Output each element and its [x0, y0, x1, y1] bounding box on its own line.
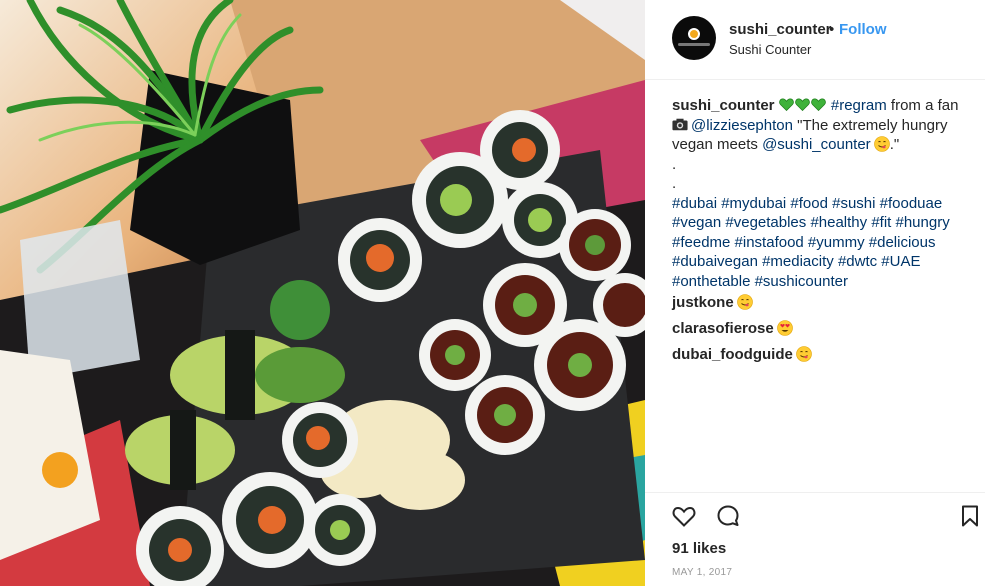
caption-username-link[interactable]: sushi_counter [672, 97, 775, 114]
hashtag-line[interactable]: #feedme #instafood #yummy #delicious [672, 233, 972, 253]
green-heart-icon [778, 98, 794, 111]
avatar-logo-icon [688, 28, 700, 40]
post-side-panel: sushi_counter • Follow Sushi Counter sus… [645, 0, 1000, 586]
comment-item: dubai_foodguide [672, 346, 812, 363]
mention-fan-link[interactable]: @lizziesephton [691, 117, 793, 134]
location-link[interactable]: Sushi Counter [729, 42, 811, 57]
hashtag-line[interactable]: #onthetable #sushicounter [672, 272, 972, 292]
follow-button[interactable]: Follow [839, 21, 887, 38]
caption-line3-text: vegan meets [672, 136, 763, 153]
post-date[interactable]: MAY 1, 2017 [672, 567, 732, 578]
caption-from-text: from a fan [886, 97, 959, 114]
caption-line-1: sushi_counter #regram from a fan [672, 96, 972, 116]
post-header: sushi_counter • Follow Sushi Counter [645, 0, 985, 80]
mention-brand-link[interactable]: @sushi_counter [762, 136, 871, 153]
comment-username-link[interactable]: clarasofierose [672, 320, 774, 337]
avatar-logo-text-mark [678, 43, 710, 46]
bookmark-icon[interactable] [957, 503, 983, 529]
post-caption: sushi_counter #regram from a fan @lizzie… [672, 96, 972, 291]
hashtag-regram-link[interactable]: #regram [831, 97, 887, 114]
comment-username-link[interactable]: justkone [672, 294, 734, 311]
caption-dot-2: . [672, 175, 677, 192]
likes-count[interactable]: 91 likes [672, 540, 726, 557]
comment-username-link[interactable]: dubai_foodguide [672, 346, 793, 363]
post-actions: 91 likes MAY 1, 2017 [645, 492, 985, 586]
caption-quote-end: ." [889, 136, 900, 153]
face-savoring-food-icon [873, 136, 890, 152]
hashtag-line[interactable]: #dubaivegan #mediacity #dwtc #UAE [672, 252, 972, 272]
owner-username-link[interactable]: sushi_counter [729, 21, 832, 38]
face-savoring-food-icon [736, 294, 753, 310]
caption-dot-1: . [672, 155, 677, 173]
caption-line-3: vegan meets @sushi_counter ." [672, 135, 972, 155]
comment-bubble-icon[interactable] [715, 503, 741, 529]
comment-item: justkone [672, 294, 753, 311]
header-separator: • [829, 21, 835, 38]
hashtag-line[interactable]: #dubai #mydubai #food #sushi #fooduae [672, 194, 972, 214]
heart-eyes-icon [776, 320, 793, 336]
caption-quote-start: "The extremely hungry [792, 116, 948, 134]
hashtag-line[interactable]: #vegan #vegetables #healthy #fit #hungry [672, 213, 972, 233]
face-savoring-food-icon [796, 346, 812, 362]
sushi-photo-illustration [0, 0, 645, 586]
green-heart-icon [794, 98, 810, 111]
camera-icon [672, 118, 688, 130]
comment-item: clarasofierose [672, 320, 793, 337]
caption-line-2: @lizziesephton "The extremely hungry [672, 116, 972, 136]
heart-outline-icon[interactable] [671, 503, 697, 529]
avatar[interactable] [672, 16, 716, 60]
green-heart-icon [810, 98, 826, 111]
post-photo[interactable] [0, 0, 645, 586]
